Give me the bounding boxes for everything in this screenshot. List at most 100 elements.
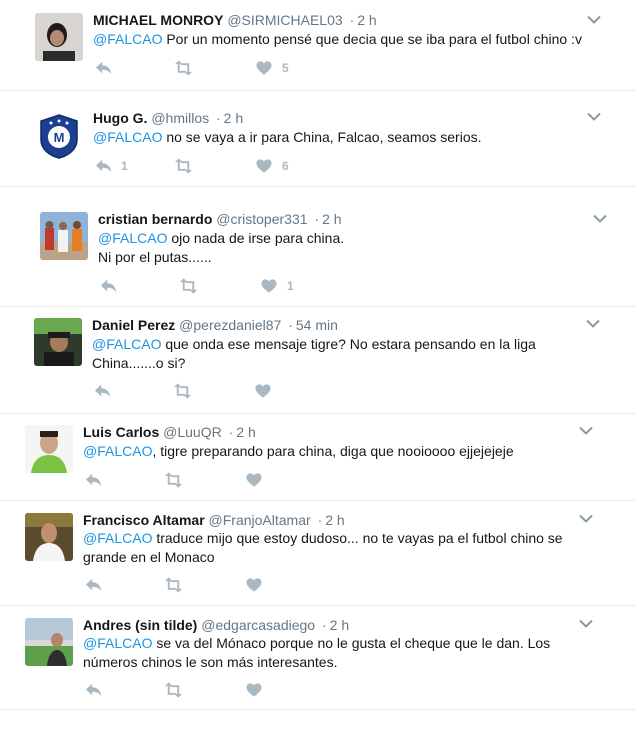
username[interactable]: @cristoper331: [216, 211, 307, 227]
fullname[interactable]: cristian bernardo: [98, 211, 212, 227]
tweet: cristian bernardo @cristoper331 · 2 h @FA…: [0, 186, 636, 307]
fullname[interactable]: Daniel Perez: [92, 317, 175, 333]
reply-icon[interactable]: [85, 577, 103, 593]
chevron-down-icon[interactable]: [578, 618, 594, 630]
tweet-text: @FALCAO no se vaya a ir para China, Falc…: [93, 128, 482, 147]
like-count: 1: [287, 279, 294, 293]
fullname[interactable]: Hugo G.: [93, 110, 147, 126]
tweet-text-line-2: China.......o si?: [92, 355, 186, 371]
tweet-text: @FALCAO, tigre preparando para china, di…: [83, 442, 514, 461]
tweet-header: Luis Carlos @LuuQR · 2 h: [83, 423, 256, 441]
tweet-header: cristian bernardo @cristoper331 · 2 h: [98, 210, 342, 228]
avatar[interactable]: [25, 425, 73, 473]
timestamp[interactable]: 2 h: [224, 110, 243, 126]
tweet-text-line-1: que onda ese mensaje tigre? No estara pe…: [161, 336, 536, 352]
tweet-text: @FALCAO ojo nada de irse para china. Ni …: [98, 229, 344, 267]
avatar[interactable]: [35, 13, 83, 61]
like-icon[interactable]: [246, 472, 262, 488]
like-icon[interactable]: [246, 577, 262, 593]
retweet-icon[interactable]: [178, 278, 199, 294]
tweet: Francisco Altamar @FranjoAltamar · 2 h @F…: [0, 500, 636, 606]
reply-icon[interactable]: [95, 60, 113, 76]
tweet-text-line-1-row: @FALCAO se va del Mónaco porque no le gu…: [83, 634, 550, 653]
username[interactable]: @FranjoAltamar: [209, 512, 311, 528]
fullname[interactable]: Luis Carlos: [83, 424, 159, 440]
chevron-down-icon[interactable]: [585, 318, 601, 330]
username[interactable]: @perezdaniel87: [179, 317, 281, 333]
timestamp[interactable]: 2 h: [330, 617, 349, 633]
tweet-text-line-1-row: @FALCAO que onda ese mensaje tigre? No e…: [92, 335, 536, 354]
like-count: 5: [282, 61, 289, 75]
retweet-icon[interactable]: [172, 383, 193, 399]
reply-icon[interactable]: [95, 158, 113, 174]
retweet-icon[interactable]: [173, 158, 194, 174]
timestamp[interactable]: 2 h: [322, 211, 341, 227]
retweet-icon[interactable]: [173, 60, 194, 76]
tweet: MICHAEL MONROY @SIRMICHAEL03 · 2 h @FALCA…: [0, 0, 636, 91]
like-count: 6: [282, 159, 289, 173]
tweet-text: @FALCAO Por un momento pensé que decia q…: [93, 30, 582, 49]
avatar[interactable]: [40, 212, 88, 260]
tweet: Andres (sin tilde) @edgarcasadiego · 2 h …: [0, 605, 636, 710]
chevron-down-icon[interactable]: [592, 213, 608, 225]
retweet-icon[interactable]: [163, 682, 184, 698]
tweet-text-line-2: grande en el Monaco: [83, 549, 215, 565]
separator: ·: [216, 110, 221, 126]
avatar[interactable]: [25, 513, 73, 561]
mention-link[interactable]: @FALCAO: [93, 31, 162, 47]
reply-icon[interactable]: [85, 472, 103, 488]
username[interactable]: @SIRMICHAEL03: [227, 12, 342, 28]
fullname[interactable]: MICHAEL MONROY: [93, 12, 223, 28]
like-icon[interactable]: [261, 278, 277, 294]
separator: ·: [314, 211, 320, 227]
chevron-down-icon[interactable]: [578, 425, 594, 437]
mention-link[interactable]: @FALCAO: [83, 443, 152, 459]
reply-icon[interactable]: [94, 383, 112, 399]
separator: ·: [317, 512, 323, 528]
username[interactable]: @edgarcasadiego: [201, 617, 315, 633]
retweet-icon[interactable]: [163, 577, 184, 593]
timestamp[interactable]: 2 h: [325, 512, 344, 528]
retweet-icon[interactable]: [163, 472, 184, 488]
like-icon[interactable]: [255, 383, 271, 399]
tweet-text-line-1: , tigre preparando para china, diga que …: [152, 443, 514, 459]
mention-link[interactable]: @FALCAO: [98, 230, 167, 246]
svg-text:M: M: [54, 130, 65, 145]
tweet-text-line-2: Ni por el putas......: [98, 249, 212, 265]
username[interactable]: @hmillos: [151, 110, 209, 126]
reply-icon[interactable]: [100, 278, 118, 294]
timestamp[interactable]: 54 min: [296, 317, 338, 333]
mention-link[interactable]: @FALCAO: [83, 635, 152, 651]
tweet-header: Daniel Perez @perezdaniel87 · 54 min: [92, 316, 338, 334]
like-icon[interactable]: [256, 60, 272, 76]
tweet-header: Andres (sin tilde) @edgarcasadiego · 2 h: [83, 616, 349, 634]
avatar[interactable]: [34, 318, 82, 366]
chevron-down-icon[interactable]: [578, 513, 594, 525]
tweet-text: @FALCAO traduce mijo que estoy dudoso...…: [83, 529, 563, 567]
separator: ·: [349, 12, 355, 28]
tweet-text-line-1-row: @FALCAO ojo nada de irse para china.: [98, 229, 344, 248]
tweet-text-line-2: números chinos le son más interesantes.: [83, 654, 338, 670]
reply-count: 1: [121, 159, 128, 173]
mention-link[interactable]: @FALCAO: [93, 129, 162, 145]
chevron-down-icon[interactable]: [586, 111, 602, 123]
timestamp[interactable]: 2 h: [357, 12, 376, 28]
mention-link[interactable]: @FALCAO: [83, 530, 152, 546]
tweet: M Hugo G. @hmillos · 2 h @FALCAO no se va…: [0, 90, 636, 187]
fullname[interactable]: Francisco Altamar: [83, 512, 205, 528]
tweet-header: Hugo G. @hmillos · 2 h: [93, 109, 243, 127]
reply-icon[interactable]: [85, 682, 103, 698]
like-icon[interactable]: [246, 682, 262, 698]
avatar[interactable]: M: [35, 112, 83, 160]
chevron-down-icon[interactable]: [586, 14, 602, 26]
mention-link[interactable]: @FALCAO: [92, 336, 161, 352]
timestamp[interactable]: 2 h: [236, 424, 255, 440]
avatar[interactable]: [25, 618, 73, 666]
username[interactable]: @LuuQR: [163, 424, 222, 440]
tweet-text-line-1: Por un momento pensé que decia que se ib…: [162, 31, 582, 47]
fullname[interactable]: Andres (sin tilde): [83, 617, 197, 633]
separator: ·: [228, 424, 234, 440]
tweet-header: MICHAEL MONROY @SIRMICHAEL03 · 2 h: [93, 11, 377, 29]
tweet-text-line-1: no se vaya a ir para China, Falcao, seam…: [162, 129, 482, 145]
like-icon[interactable]: [256, 158, 272, 174]
